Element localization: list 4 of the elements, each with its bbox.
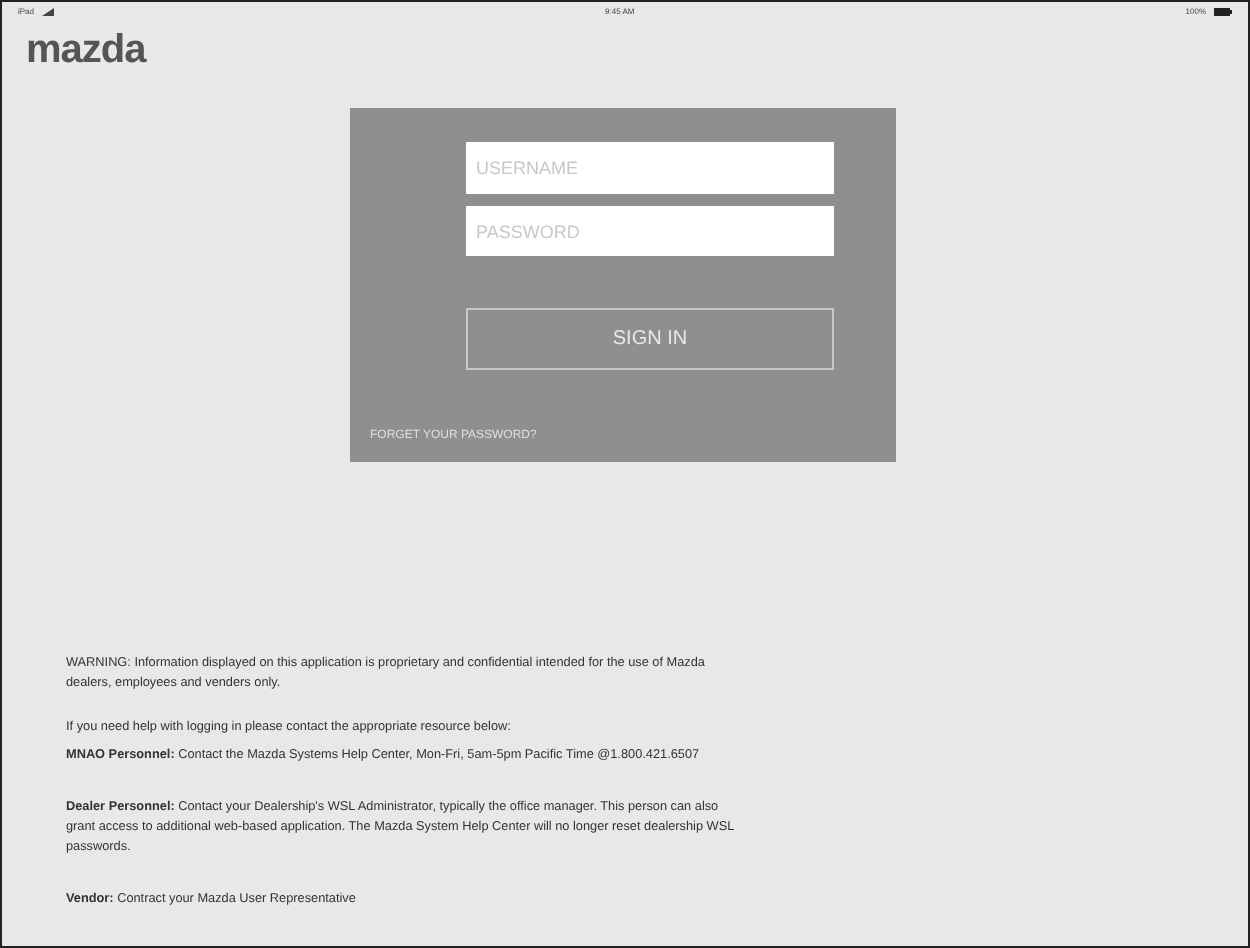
signal-icon — [42, 7, 55, 15]
logo: mazda — [26, 30, 146, 70]
sign-in-button[interactable]: SIGN IN — [466, 308, 834, 370]
battery-icon — [1214, 7, 1232, 15]
